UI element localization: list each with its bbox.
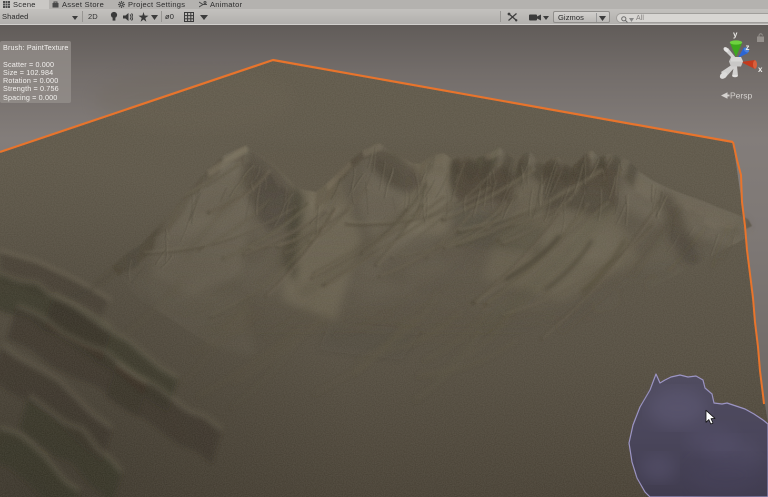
svg-text:Persp: Persp xyxy=(730,91,752,101)
svg-text:z: z xyxy=(746,43,750,52)
svg-text:x: x xyxy=(758,65,763,74)
svg-text:y: y xyxy=(733,30,738,39)
